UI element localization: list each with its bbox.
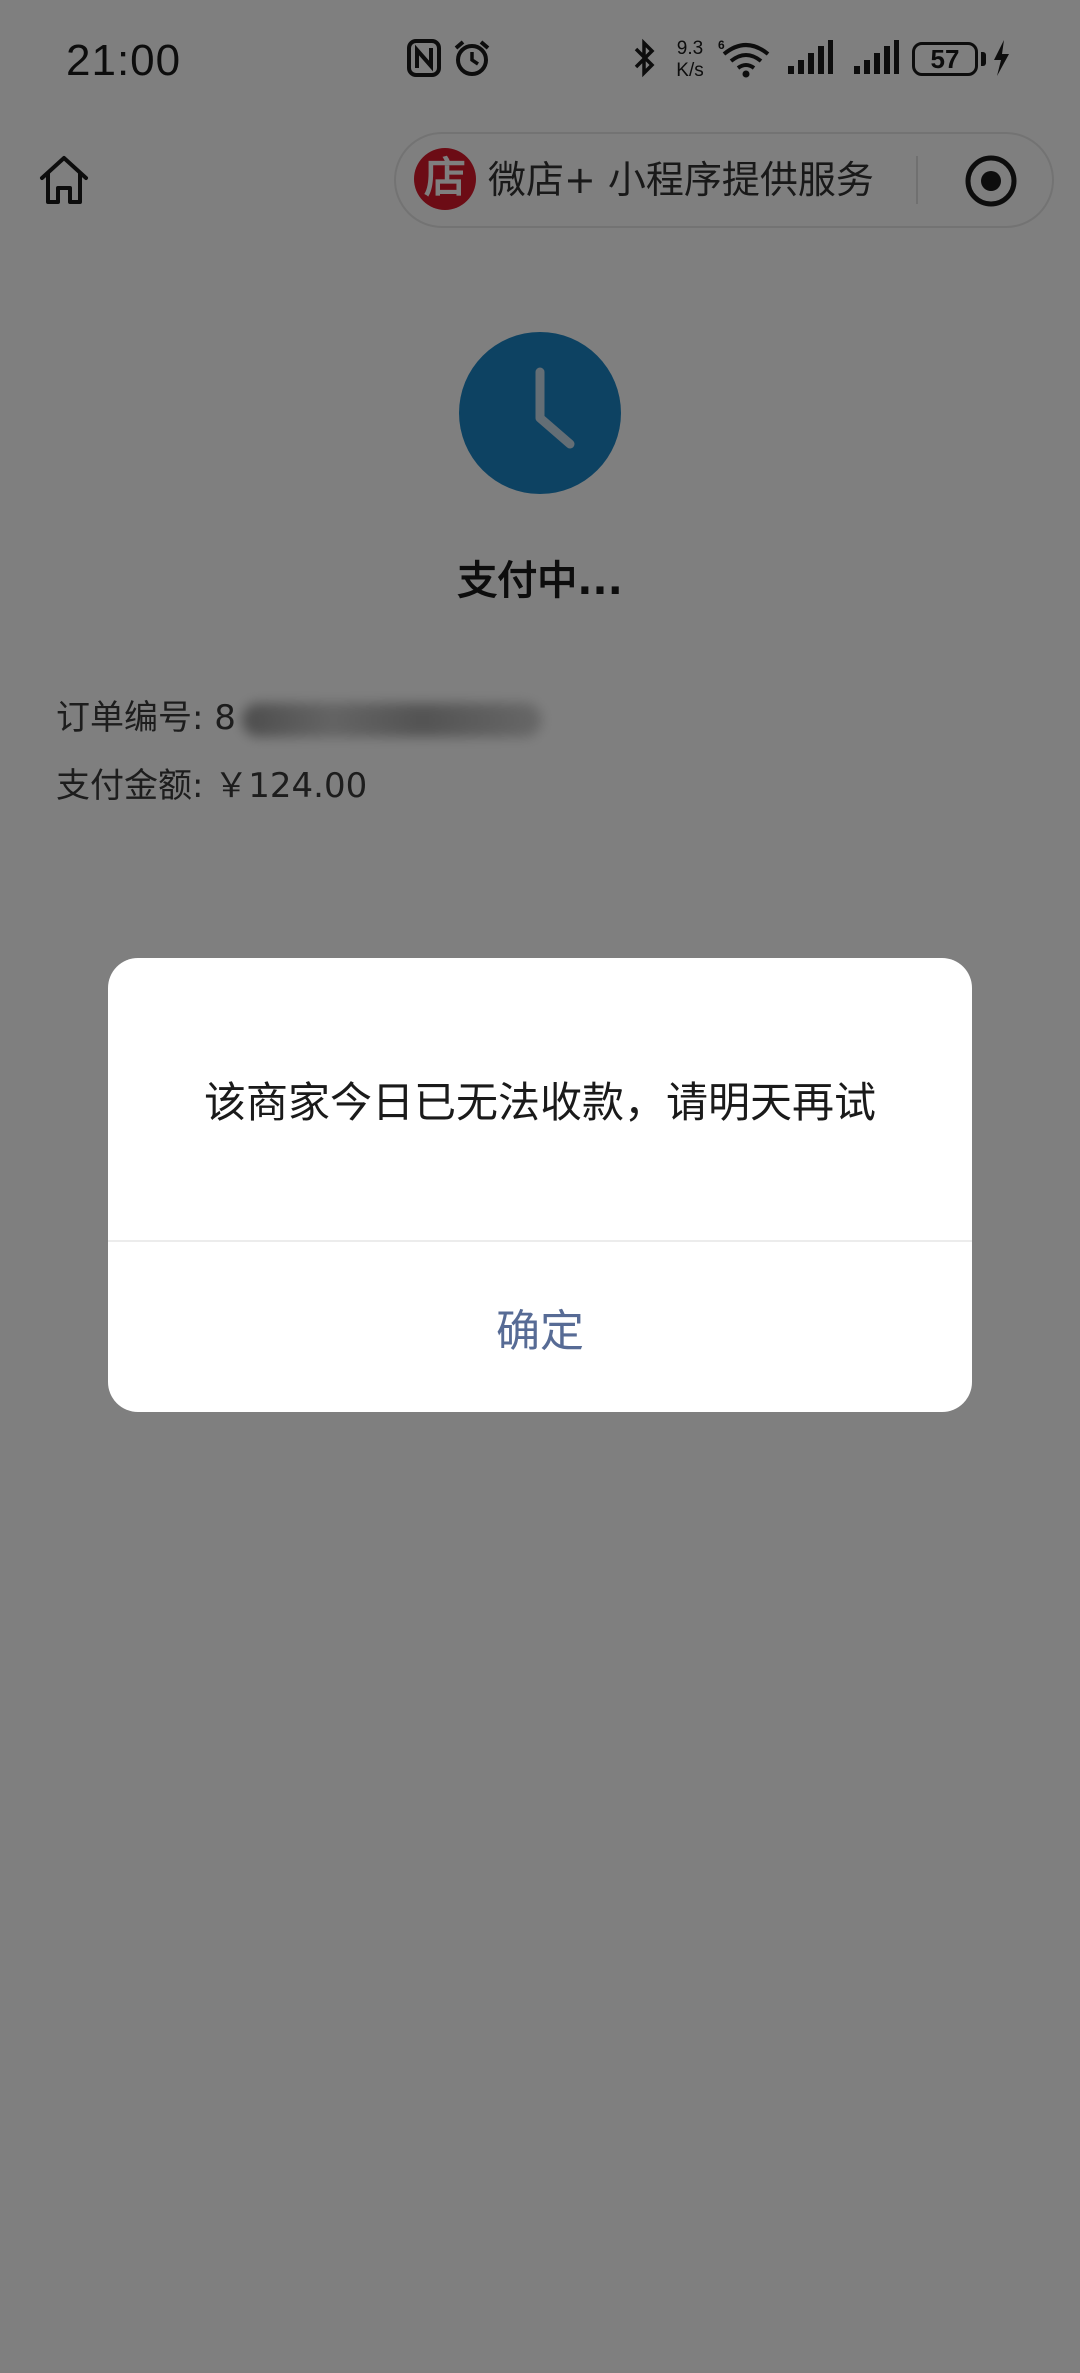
confirm-button[interactable]: 确定	[108, 1242, 972, 1412]
alert-dialog: 该商家今日已无法收款，请明天再试 确定	[108, 958, 972, 1412]
dialog-message: 该商家今日已无法收款，请明天再试	[203, 1077, 876, 1127]
